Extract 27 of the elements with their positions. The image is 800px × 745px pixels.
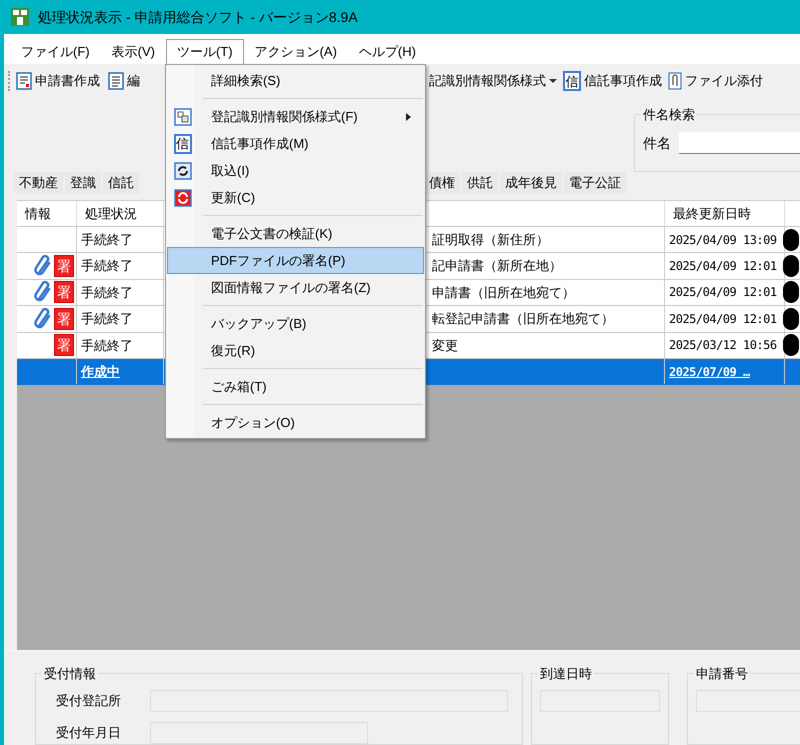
table-cell: 手続終了 xyxy=(77,332,164,358)
table-cell-text: 2025/04/09 12:01 xyxy=(669,284,777,302)
table-cell: 手続終了 xyxy=(77,253,164,279)
field-label: 受付年月日 xyxy=(56,724,122,742)
table-cell: 手続終了 xyxy=(77,306,164,332)
window-title: 処理状況表示 - 申請用総合ソフト - バージョン8.9A xyxy=(38,8,358,26)
table-cell-text: 2025/04/09 12:01 xyxy=(669,310,777,328)
table-cell: 手続終了 xyxy=(77,227,164,252)
table-cell-text: 2025/04/09 13:09 xyxy=(669,232,777,249)
table-cell: 作成中 xyxy=(77,358,164,384)
signed-badge: 署 xyxy=(54,255,74,278)
signed-badge: 署 xyxy=(54,308,74,330)
field-label: 受付登記所 xyxy=(56,692,122,710)
table-cell-text: 変更 xyxy=(432,336,458,354)
table-cell-text: 証明取得（新住所） xyxy=(432,230,549,249)
trust-icon: 信 xyxy=(174,134,192,154)
signed-badge: 署 xyxy=(54,334,74,356)
table-cell-text: 2025/04/09 12:01 xyxy=(669,258,777,276)
table-cell-text: 2025/07/09 … xyxy=(669,364,750,381)
signed-badge: 署 xyxy=(54,281,74,304)
field-label: 件名 xyxy=(643,134,671,152)
table-cell: 手続終了 xyxy=(77,280,164,306)
table-cell-text: 申請書（旧所在地宛て） xyxy=(432,284,575,302)
trust-icon: 信 xyxy=(563,71,581,91)
table-cell-text: 2025/03/12 10:56 xyxy=(669,337,777,354)
table-cell-text: 転登記申請書（旧所在地宛て） xyxy=(432,310,614,328)
table-cell-text: 記申請書（新所在地） xyxy=(432,257,562,276)
